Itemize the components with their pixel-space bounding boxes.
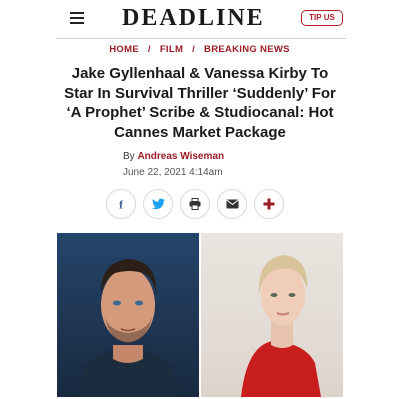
article-photo-left: [57, 233, 199, 397]
site-logo[interactable]: DEADLINE: [122, 5, 265, 32]
menu-icon[interactable]: [70, 12, 84, 24]
twitter-share-button[interactable]: [143, 189, 173, 219]
byline: By Andreas Wiseman: [123, 151, 224, 162]
email-share-button[interactable]: [217, 189, 247, 219]
article-photo-right: [201, 233, 343, 397]
breadcrumb-home[interactable]: HOME: [109, 44, 139, 55]
publish-date: June 22, 2021 4:14am: [123, 167, 223, 178]
author-link[interactable]: Andreas Wiseman: [137, 151, 224, 162]
portrait-man-image: [77, 259, 179, 397]
portrait-woman-image: [241, 255, 321, 397]
svg-text:f: f: [119, 198, 124, 210]
breadcrumb-breaking-news[interactable]: BREAKING NEWS: [204, 44, 290, 55]
print-icon: [189, 198, 201, 210]
more-icon: [263, 198, 275, 210]
header-divider: [56, 38, 346, 39]
facebook-share-button[interactable]: f: [106, 189, 136, 219]
breadcrumb-film[interactable]: FILM: [160, 44, 183, 55]
twitter-icon: [151, 198, 165, 210]
breadcrumb: HOME / FILM / BREAKING NEWS: [0, 44, 399, 55]
facebook-icon: f: [119, 198, 124, 210]
print-button[interactable]: [180, 189, 210, 219]
byline-prefix: By: [123, 151, 135, 162]
breadcrumb-separator: /: [147, 44, 151, 55]
more-share-button[interactable]: [254, 189, 284, 219]
tip-us-button[interactable]: TIP US: [301, 10, 343, 26]
article-title: Jake Gyllenhaal & Vanessa Kirby To Star …: [64, 65, 336, 141]
breadcrumb-separator: /: [192, 44, 196, 55]
email-icon: [225, 199, 239, 209]
site-header: DEADLINE TIP US: [56, 0, 346, 40]
